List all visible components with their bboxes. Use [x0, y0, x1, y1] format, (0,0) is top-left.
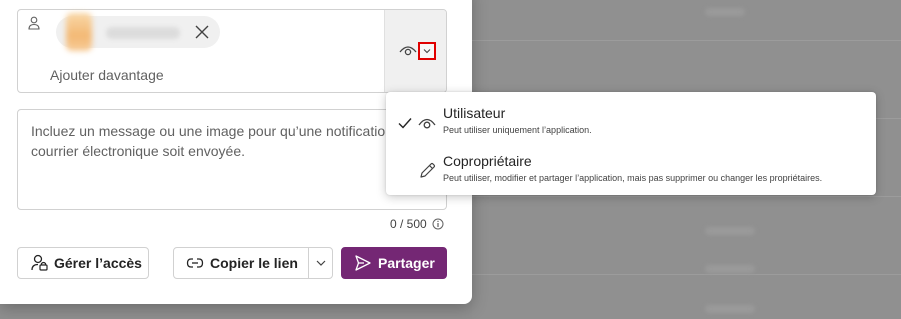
share-button[interactable]: Partager [341, 247, 447, 279]
permission-selector[interactable] [384, 10, 446, 92]
people-picker[interactable]: Ajouter davantage [17, 9, 447, 93]
link-icon [186, 258, 204, 268]
menu-item-co-owner[interactable]: Copropriétaire Peut utiliser, modifier e… [386, 146, 876, 194]
checkmark-icon [398, 118, 412, 129]
manage-access-button[interactable]: Gérer l’accès [17, 247, 149, 279]
menu-item-title: Utilisateur [443, 105, 506, 121]
pencil-icon [420, 162, 436, 178]
menu-item-title: Copropriétaire [443, 153, 532, 169]
background-divider [472, 196, 901, 197]
copy-link-options-button[interactable] [308, 247, 333, 279]
add-more-input[interactable]: Ajouter davantage [50, 67, 164, 83]
background-blur [705, 227, 755, 235]
person-avatar [66, 13, 92, 51]
menu-item-description: Peut utiliser uniquement l’application. [443, 125, 592, 135]
eye-icon [399, 46, 417, 56]
background-blur [705, 305, 755, 313]
message-placeholder: Incluez un message ou une image pour qu’… [31, 123, 418, 159]
dismiss-icon[interactable] [194, 24, 210, 40]
person-lock-icon [31, 254, 48, 271]
person-name-redacted [106, 27, 180, 39]
chevron-down-icon [316, 260, 325, 266]
eye-icon [418, 118, 436, 129]
background-blur [705, 8, 745, 16]
chevron-down-icon [423, 49, 431, 54]
copy-link-label: Copier le lien [210, 255, 298, 271]
background-divider [472, 40, 901, 41]
menu-item-description: Peut utiliser, modifier et partager l’ap… [443, 173, 823, 183]
permission-menu: Utilisateur Peut utiliser uniquement l’a… [386, 92, 876, 195]
share-label: Partager [378, 255, 435, 271]
info-icon[interactable] [432, 218, 444, 230]
person-icon [28, 16, 40, 30]
background-divider [472, 274, 901, 275]
copy-link-button[interactable]: Copier le lien [173, 247, 309, 279]
menu-item-user[interactable]: Utilisateur Peut utiliser uniquement l’a… [386, 98, 876, 146]
character-counter: 0 / 500 [390, 217, 427, 231]
manage-access-label: Gérer l’accès [54, 255, 142, 271]
background-blur [705, 265, 755, 273]
send-icon [355, 255, 371, 271]
permission-dropdown-button[interactable] [418, 42, 436, 60]
message-textarea[interactable]: Incluez un message ou une image pour qu’… [17, 109, 447, 210]
selected-person-chip[interactable] [56, 13, 220, 51]
